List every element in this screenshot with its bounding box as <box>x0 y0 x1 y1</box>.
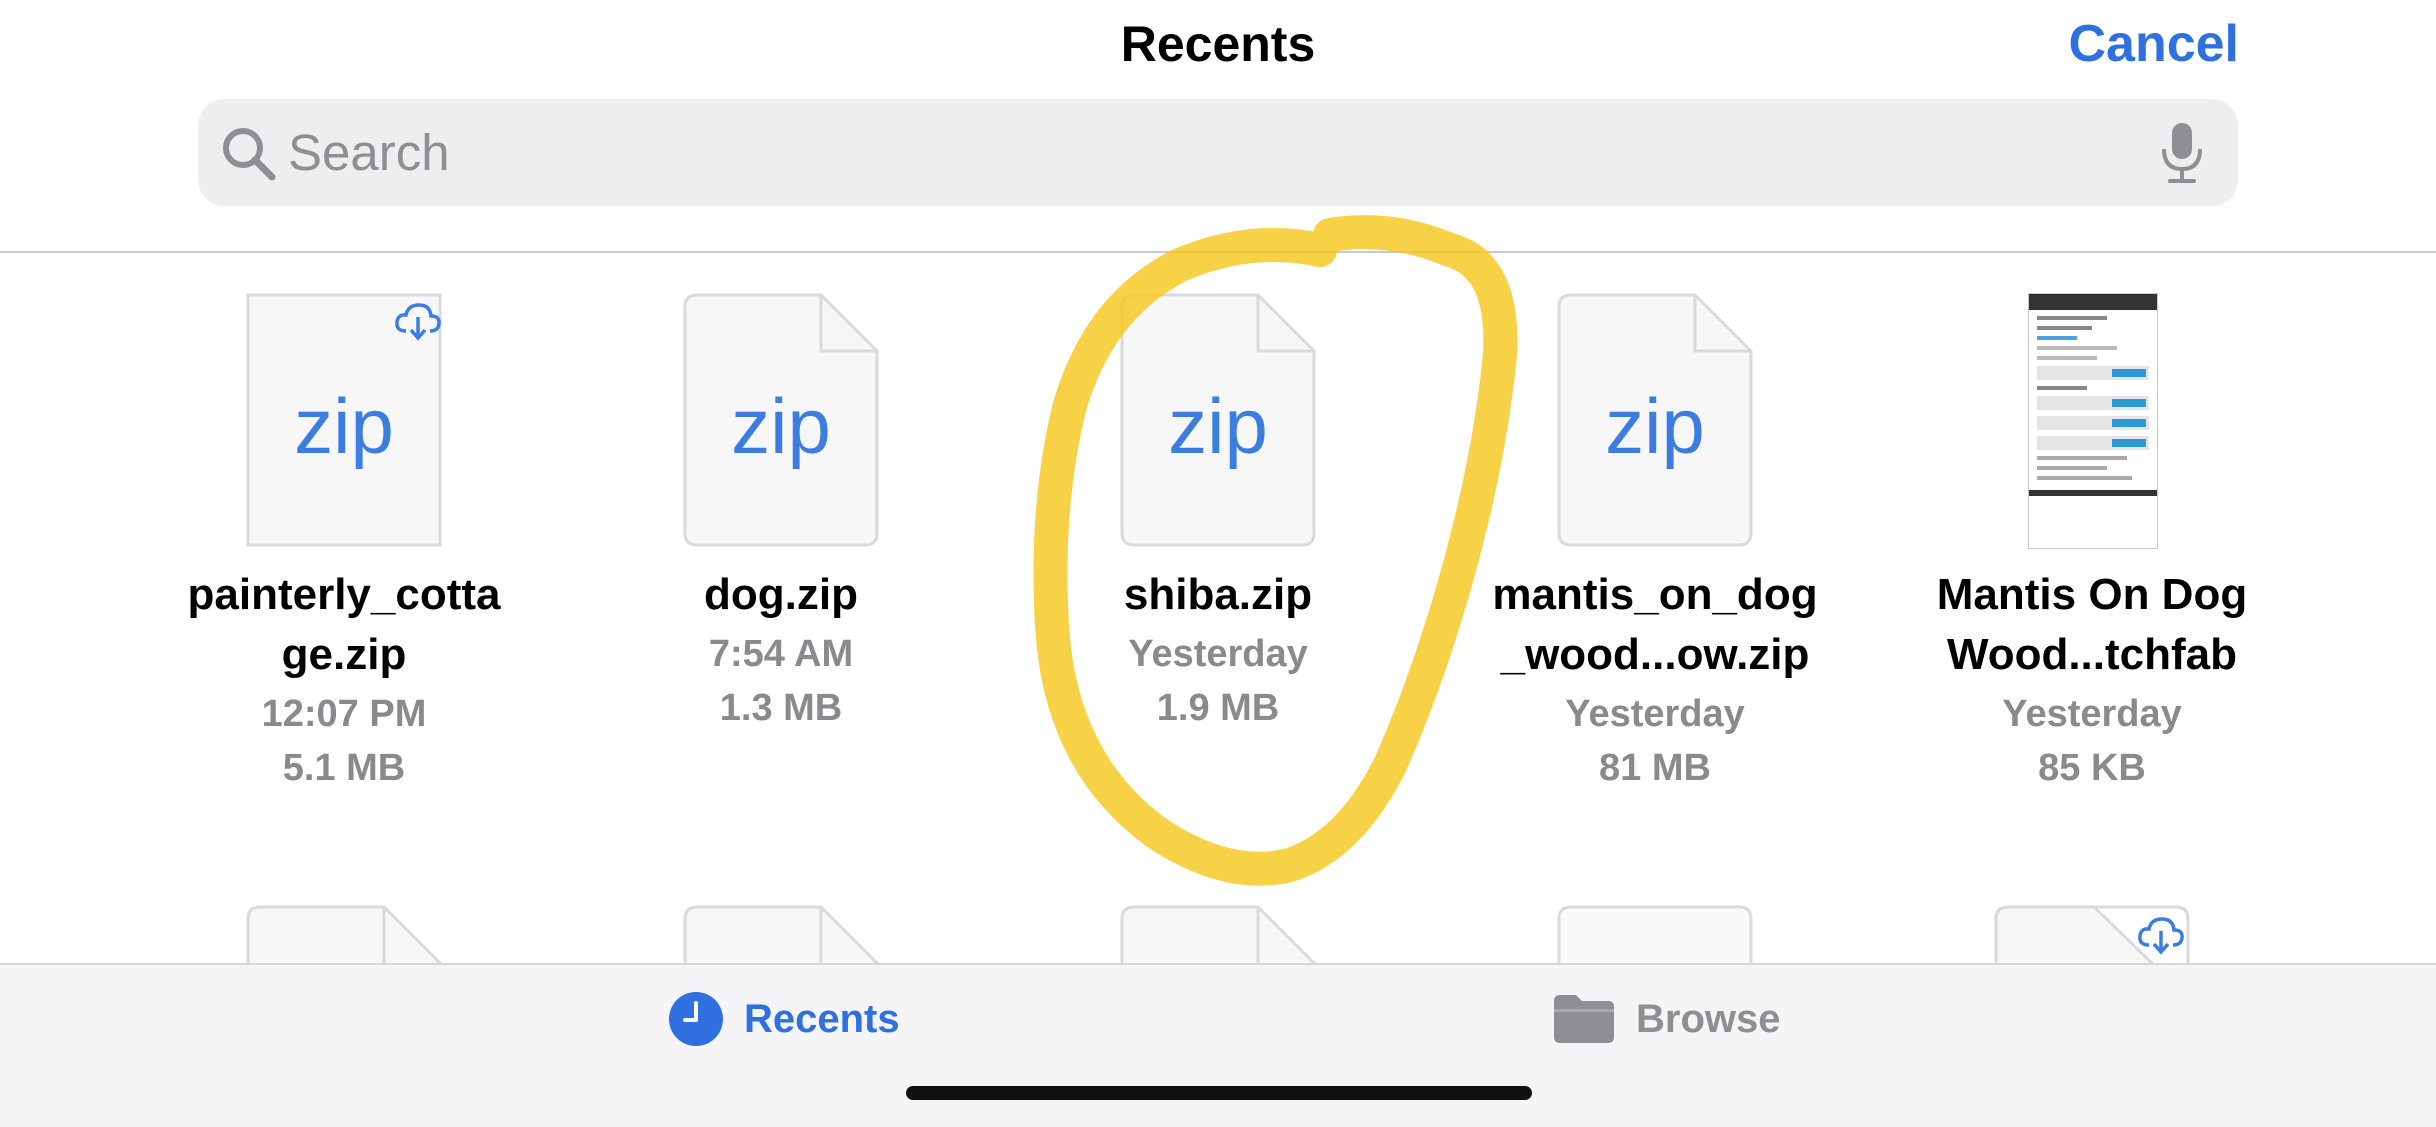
tab-bar: Recents Browse <box>0 963 2436 1127</box>
search-input[interactable]: Search <box>288 121 450 185</box>
file-size: 81 MB <box>1599 747 1711 789</box>
tab-label: Recents <box>744 996 900 1041</box>
svg-text:zip: zip <box>731 382 831 470</box>
file-time: Yesterday <box>2002 693 2182 735</box>
microphone-icon[interactable] <box>2154 121 2210 185</box>
folder-icon <box>1554 995 1614 1043</box>
file-grid: zip painterly_cotta ge.zip 12:07 PM 5.1 … <box>0 253 2436 963</box>
tab-recents[interactable]: Recents <box>668 987 900 1051</box>
zip-file-icon: zip <box>1120 293 1316 547</box>
file-name: Mantis On Dog Wood...tchfab <box>1936 570 2248 679</box>
zip-file-icon[interactable] <box>246 905 442 963</box>
file-time: 12:07 PM <box>261 693 427 735</box>
cloud-download-icon[interactable] <box>2137 915 2185 955</box>
home-indicator <box>906 1086 1532 1100</box>
file-time: Yesterday <box>1128 633 1308 675</box>
file-time: 7:54 AM <box>708 633 854 675</box>
zip-file-icon[interactable] <box>1120 905 1316 963</box>
tab-browse[interactable]: Browse <box>1552 987 1781 1051</box>
svg-text:zip: zip <box>294 382 394 470</box>
file-name: shiba.zip <box>1123 570 1313 619</box>
file-name: mantis_on_dog _wood...ow.zip <box>1492 570 1818 679</box>
file-size: 85 KB <box>2038 747 2146 789</box>
file-size: 5.1 MB <box>282 747 406 789</box>
file-size: 1.3 MB <box>719 687 843 729</box>
clock-icon <box>669 992 723 1046</box>
file-size: 1.9 MB <box>1156 687 1280 729</box>
webpage-thumbnail <box>2028 293 2158 549</box>
tab-label: Browse <box>1636 996 1781 1041</box>
search-bar[interactable]: Search <box>198 99 2238 206</box>
file-time: Yesterday <box>1565 693 1745 735</box>
file-icon[interactable] <box>1557 905 1753 963</box>
cloud-download-icon[interactable] <box>394 301 442 341</box>
zip-file-icon[interactable] <box>683 905 879 963</box>
cancel-button[interactable]: Cancel <box>2068 12 2239 76</box>
zip-file-icon: zip <box>1557 293 1753 547</box>
zip-file-icon: zip <box>683 293 879 547</box>
svg-text:zip: zip <box>1605 382 1705 470</box>
svg-text:zip: zip <box>1168 382 1268 470</box>
file-name: dog.zip <box>704 570 858 619</box>
search-icon <box>223 128 276 181</box>
file-name: painterly_cotta ge.zip <box>187 570 501 679</box>
